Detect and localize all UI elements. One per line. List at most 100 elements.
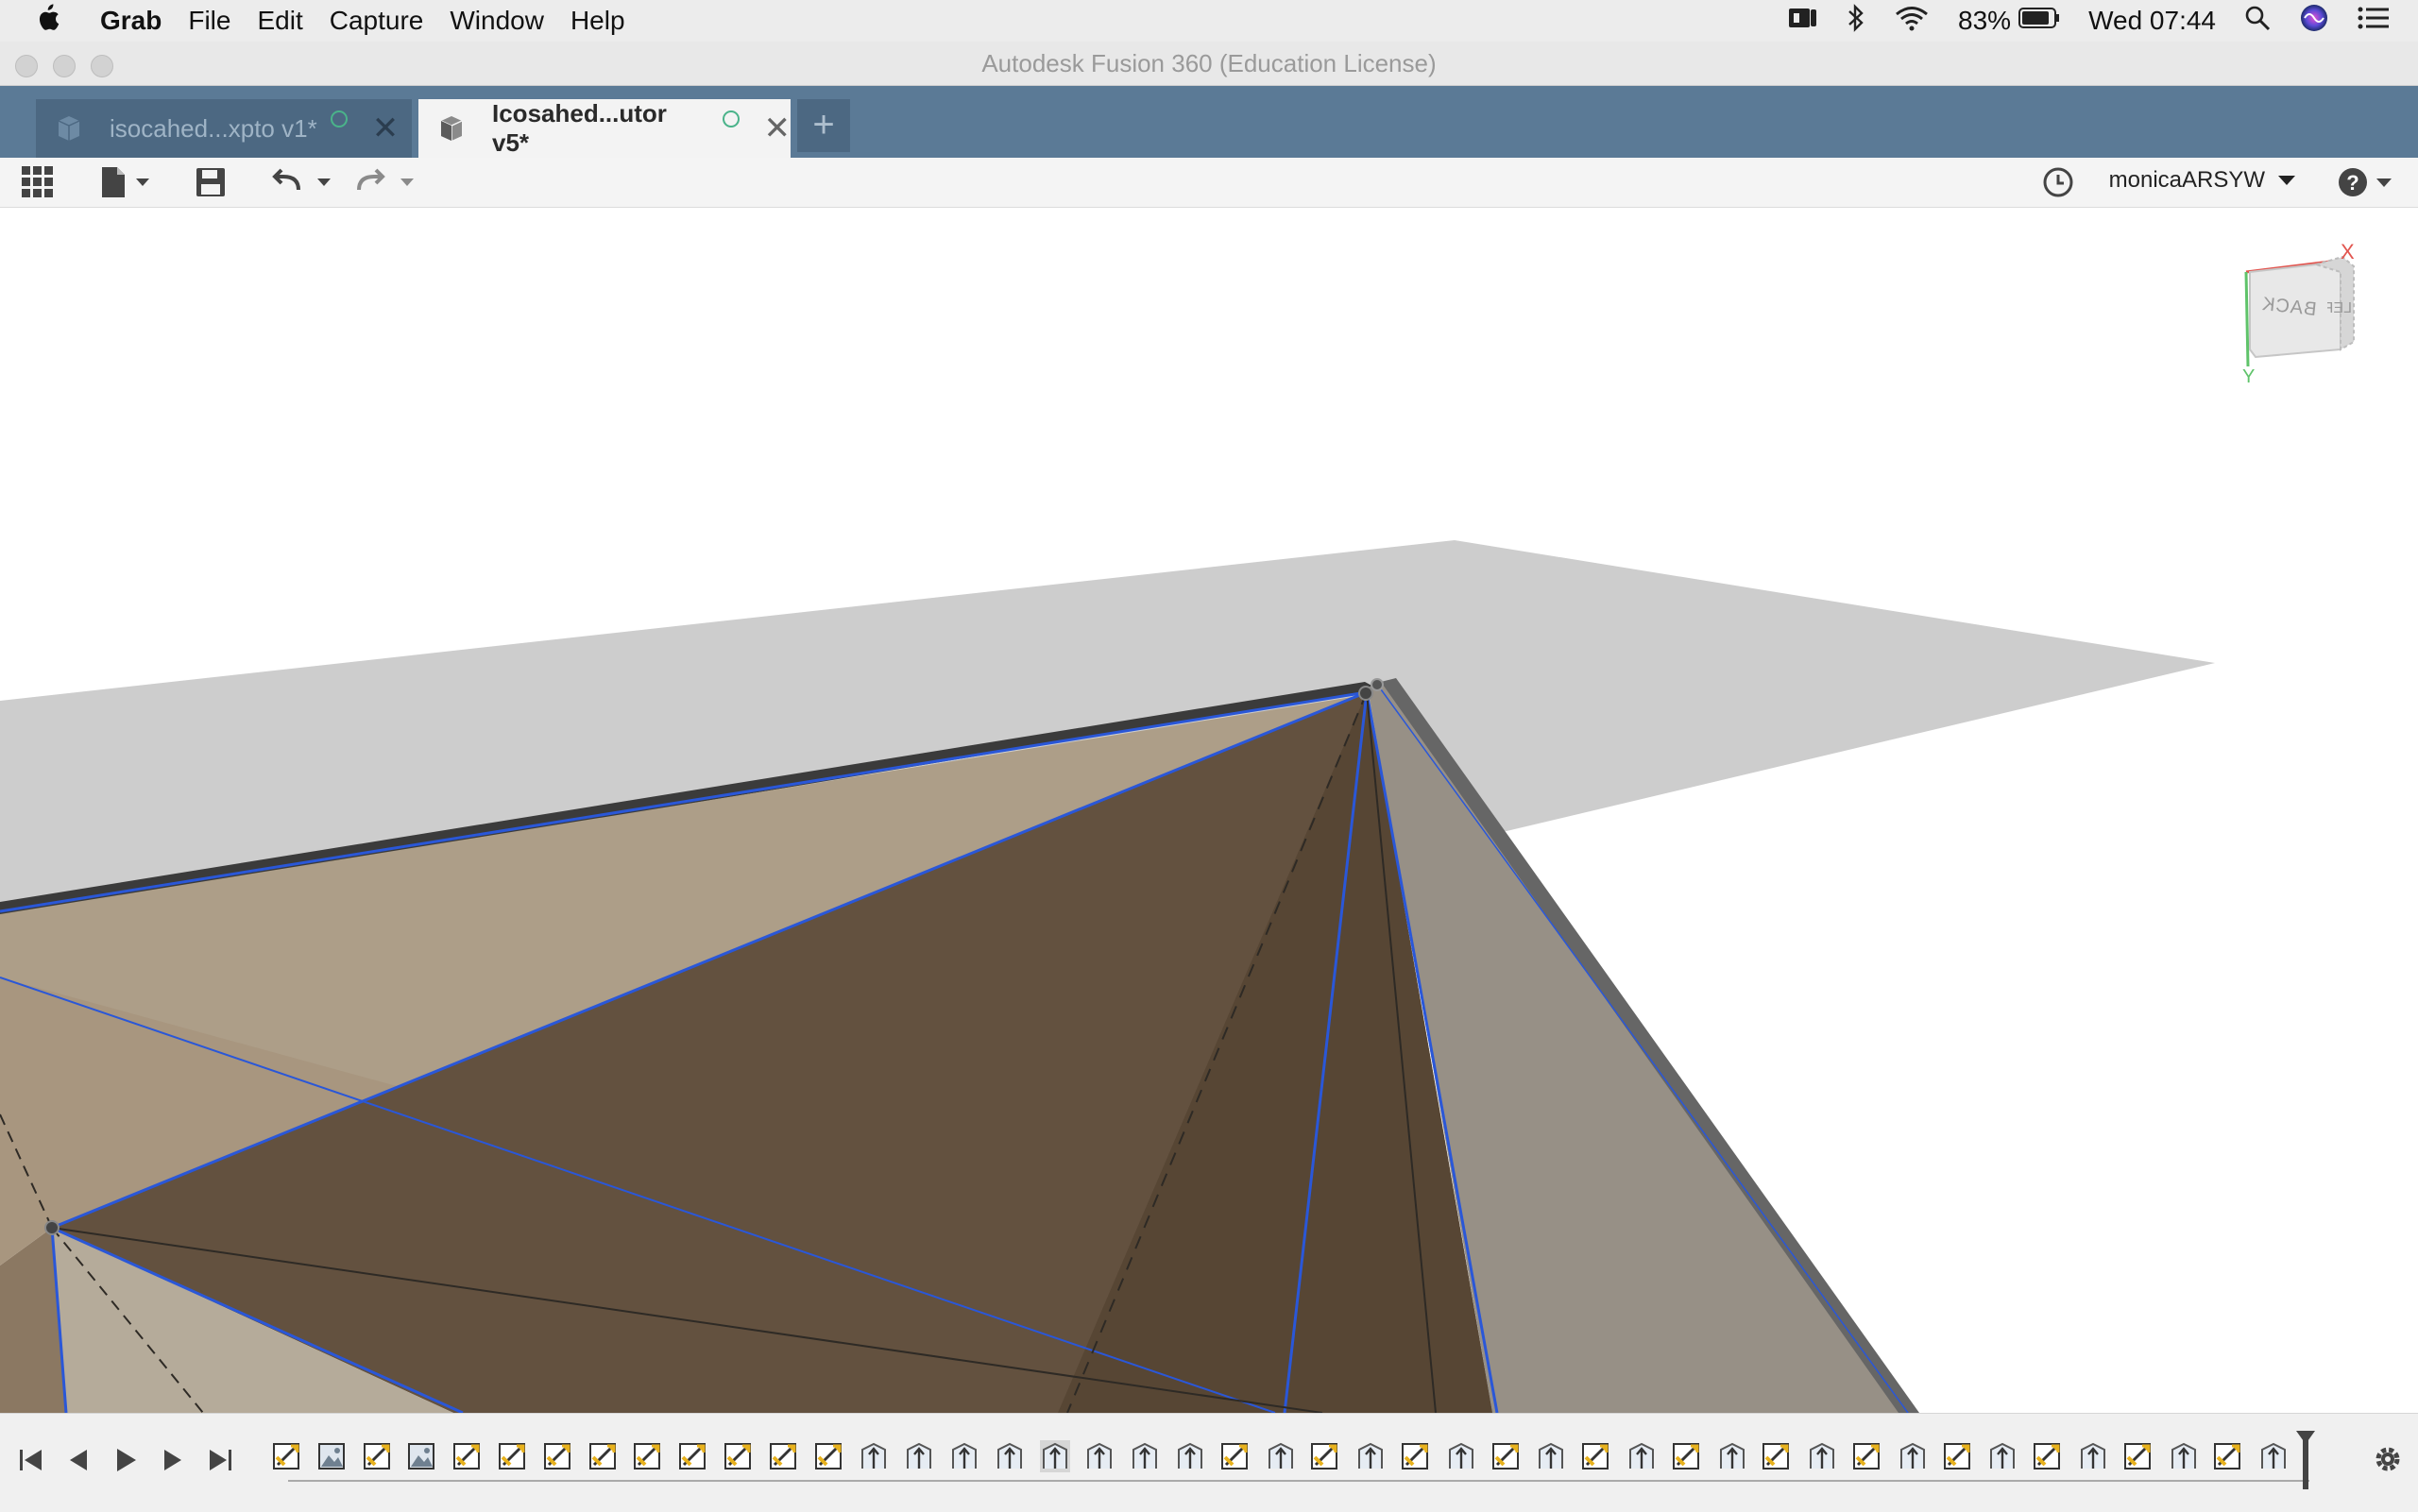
timeline-sketch-feature-icon[interactable] — [1852, 1440, 1882, 1472]
close-tab-icon[interactable]: ✕ — [372, 110, 400, 147]
timeline-extrude-feature-icon[interactable] — [949, 1440, 979, 1472]
clock[interactable]: Wed 07:44 — [2088, 6, 2216, 36]
document-tab-bar: isocahed...xpto v1* ✕ Icosahed...utor v5… — [0, 86, 2418, 158]
timeline-first-icon[interactable] — [17, 1446, 45, 1479]
timeline-extrude-feature-icon[interactable] — [1536, 1440, 1566, 1472]
tab-isocahedron-xpto[interactable]: isocahed...xpto v1* ✕ — [36, 99, 412, 158]
timeline-extrude-feature-icon[interactable] — [1040, 1440, 1070, 1472]
timeline-sketch-feature-icon[interactable] — [1401, 1440, 1431, 1472]
timeline-marker[interactable] — [2296, 1431, 2315, 1489]
window-title-bar: Autodesk Fusion 360 (Education License) — [0, 42, 2418, 86]
timeline-sketch-feature-icon[interactable] — [498, 1440, 528, 1472]
unsaved-indicator-icon — [330, 110, 348, 127]
timeline-sketch-feature-icon[interactable] — [363, 1440, 393, 1472]
menu-edit[interactable]: Edit — [257, 6, 302, 36]
timeline-extrude-feature-icon[interactable] — [1175, 1440, 1205, 1472]
timeline-sketch-feature-icon[interactable] — [1220, 1440, 1251, 1472]
vertex-point — [44, 1220, 60, 1235]
battery-icon[interactable] — [2018, 6, 2060, 36]
timeline-sketch-feature-icon[interactable] — [1762, 1440, 1792, 1472]
timeline-sketch-feature-icon[interactable] — [452, 1440, 483, 1472]
timeline-extrude-feature-icon[interactable] — [904, 1440, 934, 1472]
user-name: monicaARSYW — [2108, 167, 2265, 193]
close-tab-icon[interactable]: ✕ — [764, 110, 792, 147]
timeline-extrude-feature-icon[interactable] — [1987, 1440, 2018, 1472]
timeline-sketch-feature-icon[interactable] — [1581, 1440, 1611, 1472]
view-cube-x-label: X — [2341, 240, 2355, 263]
menu-help[interactable]: Help — [570, 6, 625, 36]
timeline-extrude-feature-icon[interactable] — [1355, 1440, 1386, 1472]
timeline-play-icon[interactable] — [111, 1446, 140, 1479]
user-account-menu[interactable]: monicaARSYW — [2109, 167, 2297, 194]
timeline-extrude-feature-icon[interactable] — [1898, 1440, 1928, 1472]
timeline-extrude-feature-icon[interactable] — [1446, 1440, 1476, 1472]
timeline-extrude-feature-icon[interactable] — [1266, 1440, 1296, 1472]
redo-button[interactable] — [353, 165, 419, 199]
timeline-last-icon[interactable] — [206, 1446, 234, 1479]
apple-icon[interactable] — [34, 3, 77, 40]
tab-label: Icosahed...utor v5* — [492, 99, 667, 157]
menu-file[interactable]: File — [188, 6, 230, 36]
job-status-clock-icon[interactable] — [2042, 165, 2074, 199]
vertex-point — [1371, 678, 1384, 691]
data-panel-grid-icon[interactable] — [21, 165, 55, 199]
svg-text:?: ? — [2346, 171, 2358, 195]
timeline-extrude-feature-icon[interactable] — [1084, 1440, 1115, 1472]
tab-icosahedron-tutor[interactable]: Icosahed...utor v5* ✕ — [418, 99, 791, 158]
timeline-extrude-feature-icon[interactable] — [1717, 1440, 1747, 1472]
menu-window[interactable]: Window — [450, 6, 544, 36]
document-cube-icon — [53, 112, 85, 144]
timeline-next-icon[interactable] — [159, 1446, 187, 1479]
view-cube[interactable]: X Y BACK LEFT — [2229, 240, 2371, 404]
timeline-extrude-feature-icon[interactable] — [1130, 1440, 1160, 1472]
timeline-sketch-feature-icon[interactable] — [814, 1440, 844, 1472]
document-cube-icon — [435, 112, 468, 144]
timeline-previous-icon[interactable] — [64, 1446, 93, 1479]
timeline-sketch-feature-icon[interactable] — [769, 1440, 799, 1472]
timeline-sketch-feature-icon[interactable] — [1310, 1440, 1340, 1472]
unsaved-indicator-icon — [722, 110, 740, 127]
search-icon[interactable] — [2244, 5, 2271, 38]
file-menu-button[interactable] — [98, 165, 153, 199]
timeline-extrude-feature-icon[interactable] — [1626, 1440, 1657, 1472]
wifi-icon[interactable] — [1894, 5, 1930, 38]
tab-label: isocahed...xpto v1* — [110, 113, 317, 143]
siri-icon[interactable] — [2299, 3, 2329, 40]
vertex-point — [1358, 686, 1373, 701]
timeline-extrude-feature-icon[interactable] — [995, 1440, 1025, 1472]
model-view-svg[interactable] — [0, 208, 2418, 1413]
timeline-extrude-feature-icon[interactable] — [1807, 1440, 1837, 1472]
3d-viewport[interactable]: X Y BACK LEFT — [0, 208, 2418, 1413]
timeline-sketch-feature-icon[interactable] — [678, 1440, 708, 1472]
new-tab-button[interactable]: + — [797, 99, 850, 152]
timeline-extrude-feature-icon[interactable] — [2169, 1440, 2199, 1472]
timeline-sketch-feature-icon[interactable] — [633, 1440, 663, 1472]
timeline-settings-gear-icon[interactable] — [2371, 1442, 2405, 1481]
timeline-extrude-feature-icon[interactable] — [2078, 1440, 2108, 1472]
timeline-sketch-feature-icon[interactable] — [2213, 1440, 2243, 1472]
timeline-sketch-feature-icon[interactable] — [2123, 1440, 2154, 1472]
timeline-sketch-feature-icon[interactable] — [1943, 1440, 1973, 1472]
camera-status-icon[interactable] — [1788, 6, 1818, 37]
timeline-sketch-feature-icon[interactable] — [588, 1440, 619, 1472]
help-menu-button[interactable]: ? — [2337, 165, 2397, 199]
menu-capture[interactable]: Capture — [330, 6, 424, 36]
view-cube-side-face[interactable]: LEFT — [2327, 300, 2352, 317]
timeline-sketch-feature-icon[interactable] — [724, 1440, 754, 1472]
menu-app-name[interactable]: Grab — [100, 6, 162, 36]
timeline-image-feature-icon[interactable] — [317, 1440, 348, 1472]
timeline-sketch-feature-icon[interactable] — [1672, 1440, 1702, 1472]
undo-button[interactable] — [270, 165, 336, 199]
timeline-extrude-feature-icon[interactable] — [859, 1440, 889, 1472]
timeline-sketch-feature-icon[interactable] — [543, 1440, 573, 1472]
save-icon[interactable] — [195, 165, 227, 199]
timeline-sketch-feature-icon[interactable] — [272, 1440, 302, 1472]
timeline-extrude-feature-icon[interactable] — [2258, 1440, 2289, 1472]
chevron-down-icon — [2278, 176, 2295, 185]
timeline-sketch-feature-icon[interactable] — [1491, 1440, 1522, 1472]
notification-center-icon[interactable] — [2358, 6, 2390, 37]
timeline-sketch-feature-icon[interactable] — [2033, 1440, 2063, 1472]
timeline-image-feature-icon[interactable] — [407, 1440, 437, 1472]
bluetooth-icon[interactable] — [1847, 3, 1865, 39]
timeline-track — [288, 1480, 2309, 1482]
